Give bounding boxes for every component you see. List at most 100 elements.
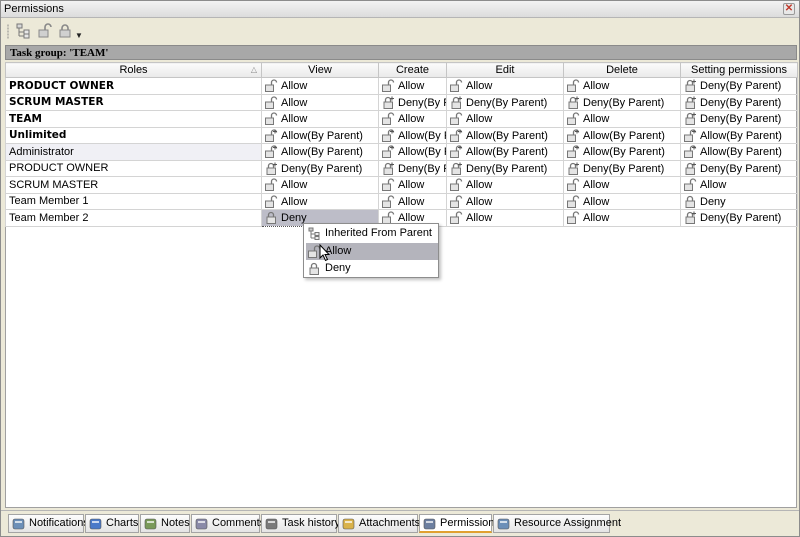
lock-icon[interactable]	[57, 23, 73, 39]
table-row[interactable]: SCRUM MASTER Allow Deny(By P Deny(By Parent…	[5, 93, 798, 111]
permission-cell[interactable]: Allow(By Parent)	[446, 126, 564, 144]
table-row[interactable]: SCRUM MASTER Allow Allow Allow Allow Allow	[5, 176, 798, 194]
permission-cell[interactable]: Deny(By Parent)	[680, 159, 798, 177]
permission-cell[interactable]: Allow(By P	[378, 143, 447, 161]
column-header-roles[interactable]: Roles △	[5, 62, 262, 78]
role-name[interactable]: SCRUM MASTER	[5, 176, 262, 194]
permission-cell[interactable]: Allow(By Parent)	[563, 143, 681, 161]
menu-item-inherited-from-parent[interactable]: Inherited From Parent	[306, 225, 438, 242]
role-name[interactable]: Team Member 2	[5, 209, 262, 227]
table-row[interactable]: PRODUCT OWNER Deny(By Parent) Deny(By P Den…	[5, 159, 798, 177]
column-header-setting-permissions[interactable]: Setting permissions	[680, 62, 798, 78]
permission-value: Allow	[398, 113, 425, 126]
permission-cell[interactable]: Allow	[378, 192, 447, 210]
permission-cell[interactable]: Allow	[261, 77, 379, 95]
permission-cell[interactable]: Allow(By P	[378, 126, 447, 144]
permission-cell[interactable]: Allow	[563, 110, 681, 128]
tab-attachments[interactable]: Attachments	[338, 514, 420, 533]
role-name[interactable]: Team Member 1	[5, 192, 262, 210]
permission-cell[interactable]: Allow(By Parent)	[563, 126, 681, 144]
permission-value: Allow(By P	[398, 129, 447, 142]
inherited-lock-icon	[568, 96, 579, 109]
permission-cell[interactable]: Allow	[378, 77, 447, 95]
permission-cell[interactable]: Allow	[563, 192, 681, 210]
permission-cell[interactable]: Deny(By Parent)	[446, 93, 564, 111]
permission-cell[interactable]: Allow	[680, 176, 798, 194]
inherited-unlock-icon	[382, 129, 395, 142]
permission-cell[interactable]: Allow(By Parent)	[680, 126, 798, 144]
menu-item-label: Deny	[325, 262, 351, 274]
unlock-icon[interactable]	[37, 23, 53, 39]
tab-comments[interactable]: Comments	[191, 514, 265, 533]
permission-cell[interactable]: Allow	[378, 110, 447, 128]
permission-cell[interactable]: Allow	[563, 176, 681, 194]
permission-cell[interactable]: Allow(By Parent)	[446, 143, 564, 161]
permission-cell[interactable]: Allow(By Parent)	[680, 143, 798, 161]
role-name[interactable]: Unlimited	[5, 126, 262, 144]
tab-resource-assignment[interactable]: Resource Assignment	[493, 514, 621, 533]
permission-cell[interactable]: Allow	[261, 93, 379, 111]
permission-cell[interactable]: Allow	[563, 209, 681, 227]
tab-label: Comments	[212, 517, 266, 529]
table-row[interactable]: PRODUCT OWNER Allow Allow Allow Allow Deny(By…	[5, 77, 798, 95]
permission-cell[interactable]: Allow	[563, 77, 681, 95]
column-header-delete[interactable]: Delete	[563, 62, 681, 78]
close-button[interactable]: ✕	[783, 3, 795, 15]
permission-cell[interactable]: Allow(By Parent)	[261, 143, 379, 161]
column-header-view[interactable]: View	[261, 62, 379, 78]
permission-cell[interactable]: Deny(By Parent)	[680, 77, 798, 95]
permission-cell[interactable]: Deny(By Parent)	[563, 93, 681, 111]
unlock-icon	[265, 112, 278, 126]
role-name[interactable]: Administrator	[5, 143, 262, 161]
permission-cell[interactable]: Allow	[261, 176, 379, 194]
permission-cell[interactable]: Deny(By P	[378, 93, 447, 111]
permission-value: Allow	[398, 195, 425, 208]
role-name[interactable]: SCRUM MASTER	[5, 93, 262, 111]
column-header-edit[interactable]: Edit	[446, 62, 564, 78]
title-bar: Permissions ✕	[1, 1, 799, 18]
mouse-cursor-icon	[319, 244, 331, 262]
permission-cell[interactable]: Deny(By Parent)	[680, 110, 798, 128]
permission-cell[interactable]: Deny	[680, 192, 798, 210]
permissions-table: Roles △ View Create Edit Delete Setting permis…	[5, 62, 798, 227]
tab-label: Notifications	[29, 517, 89, 529]
tab-charts[interactable]: Charts	[85, 514, 139, 533]
permission-cell[interactable]: Allow	[446, 209, 564, 227]
permission-cell[interactable]: Deny(By Parent)	[680, 209, 798, 227]
permission-cell[interactable]: Deny(By Parent)	[563, 159, 681, 177]
chevron-down-icon[interactable]: ▼	[75, 31, 83, 40]
permission-cell[interactable]: Deny(By Parent)	[680, 93, 798, 111]
tab-permissions[interactable]: Permissions	[419, 514, 500, 533]
tab-task-history[interactable]: Task history	[261, 514, 340, 533]
table-row[interactable]: Unlimited Allow(By Parent) Allow(By P Allow…	[5, 126, 798, 144]
toolbar-grip-icon[interactable]	[7, 24, 9, 39]
inherit-tree-icon[interactable]	[15, 23, 31, 39]
role-name[interactable]: PRODUCT OWNER	[5, 159, 262, 177]
tab-label: Charts	[106, 517, 139, 529]
permission-value: Deny(By Parent)	[466, 162, 548, 175]
tab-notes[interactable]: Notes	[140, 514, 190, 533]
permission-cell[interactable]: Allow	[261, 192, 379, 210]
table-row[interactable]: TEAM Allow Allow Allow Allow Deny(By Parent)	[5, 110, 798, 128]
column-header-create[interactable]: Create	[378, 62, 447, 78]
permission-cell[interactable]: Deny(By P	[378, 159, 447, 177]
role-name[interactable]: PRODUCT OWNER	[5, 77, 262, 95]
permission-cell[interactable]: Allow	[446, 77, 564, 95]
header-row: Roles △ View Create Edit Delete Setting permis…	[5, 62, 798, 78]
permission-cell[interactable]: Deny(By Parent)	[261, 159, 379, 177]
permission-cell[interactable]: Allow	[446, 110, 564, 128]
permission-cell[interactable]: Allow	[261, 110, 379, 128]
tab-notifications[interactable]: Notifications	[8, 514, 89, 533]
permission-cell[interactable]: Allow	[446, 176, 564, 194]
table-row[interactable]: Team Member 1 Allow Allow Allow Allow Deny	[5, 192, 798, 210]
unlock-icon	[382, 178, 395, 192]
permission-value: Allow(By Parent)	[700, 129, 782, 142]
permission-cell[interactable]: Allow(By Parent)	[261, 126, 379, 144]
role-name[interactable]: TEAM	[5, 110, 262, 128]
menu-item-deny[interactable]: Deny	[306, 260, 438, 277]
permission-cell[interactable]: Deny(By Parent)	[446, 159, 564, 177]
table-row[interactable]: Administrator Allow(By Parent) Allow(By P A…	[5, 143, 798, 161]
sort-ascending-icon[interactable]: △	[251, 65, 257, 74]
permission-cell[interactable]: Allow	[378, 176, 447, 194]
permission-cell[interactable]: Allow	[446, 192, 564, 210]
